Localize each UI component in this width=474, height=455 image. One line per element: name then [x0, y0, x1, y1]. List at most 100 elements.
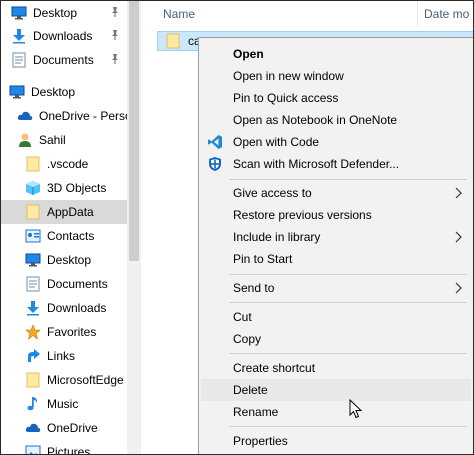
menu-item-scan-defender[interactable]: Scan with Microsoft Defender... — [201, 153, 471, 175]
menu-item-label: Give access to — [233, 186, 312, 200]
folder-icon — [25, 372, 41, 388]
nav-item-label: Documents — [33, 53, 94, 67]
menu-item-cut[interactable]: Cut — [201, 306, 471, 328]
nav-links[interactable]: Links — [1, 344, 127, 368]
menu-item-label: Send to — [233, 281, 275, 295]
menu-item-restore-versions[interactable]: Restore previous versions — [201, 204, 471, 226]
menu-separator — [229, 179, 467, 180]
nav-item-label: Downloads — [47, 301, 107, 315]
nav-item-label: OneDrive — [47, 421, 98, 435]
nav-folder-vscode[interactable]: .vscode — [1, 152, 127, 176]
nav-music[interactable]: Music — [1, 392, 127, 416]
pictures-icon — [25, 444, 41, 454]
nav-desktop-root[interactable]: Desktop — [1, 80, 127, 104]
nav-item-label: AppData — [47, 205, 94, 219]
menu-separator — [229, 426, 467, 427]
menu-item-label: Open in new window — [233, 69, 344, 83]
quick-access-downloads[interactable]: Downloads — [1, 24, 127, 48]
nav-documents[interactable]: Documents — [1, 272, 127, 296]
nav-3d-objects[interactable]: 3D Objects — [1, 176, 127, 200]
nav-favorites[interactable]: Favorites — [1, 320, 127, 344]
menu-item-create-shortcut[interactable]: Create shortcut — [201, 357, 471, 379]
mouse-cursor-icon — [349, 398, 363, 419]
menu-item-label: Include in library — [233, 230, 321, 244]
documents-icon — [25, 276, 41, 292]
nav-item-label: MicrosoftEdge — [47, 373, 124, 387]
menu-item-include-library[interactable]: Include in library — [201, 226, 471, 248]
menu-item-open-onenote[interactable]: Open as Notebook in OneNote — [201, 109, 471, 131]
menu-item-pin-start[interactable]: Pin to Start — [201, 248, 471, 270]
vscode-icon — [207, 134, 223, 150]
nav-item-label: Documents — [47, 277, 108, 291]
onedrive-icon — [17, 108, 33, 124]
contacts-icon — [25, 228, 41, 244]
nav-scrollbar-thumb[interactable] — [129, 1, 139, 261]
navigation-pane: Desktop Downloads Documents Desktop OneD… — [1, 1, 141, 454]
menu-item-label: Properties — [233, 434, 288, 448]
menu-separator — [229, 274, 467, 275]
menu-item-label: Open — [233, 47, 264, 61]
nav-folder-microsoftedge[interactable]: MicrosoftEdge — [1, 368, 127, 392]
menu-item-label: Rename — [233, 405, 279, 419]
nav-item-label: Downloads — [33, 29, 93, 43]
menu-item-rename[interactable]: Rename — [201, 401, 471, 423]
chevron-right-icon — [455, 187, 463, 199]
nav-item-label: Contacts — [47, 229, 95, 243]
music-icon — [25, 396, 41, 412]
column-header-name[interactable]: Name — [163, 1, 195, 26]
downloads-icon — [11, 28, 27, 44]
nav-desktop[interactable]: Desktop — [1, 248, 127, 272]
menu-item-give-access[interactable]: Give access to — [201, 182, 471, 204]
nav-pictures[interactable]: Pictures — [1, 440, 127, 454]
pin-icon[interactable] — [109, 53, 121, 65]
chevron-right-icon — [455, 282, 463, 294]
menu-item-send-to[interactable]: Send to — [201, 277, 471, 299]
pin-icon[interactable] — [109, 6, 121, 18]
folder-icon — [166, 33, 180, 49]
menu-separator — [229, 302, 467, 303]
nav-folder-appdata[interactable]: AppData — [1, 200, 127, 224]
nav-item-label: Links — [47, 349, 76, 363]
menu-item-delete[interactable]: Delete — [201, 379, 471, 401]
nav-item-label: .vscode — [47, 157, 89, 171]
folder-icon — [25, 156, 41, 172]
nav-item-label: Desktop — [31, 85, 76, 99]
pin-icon[interactable] — [109, 29, 121, 41]
user-icon — [17, 132, 33, 148]
nav-item-label: 3D Objects — [47, 181, 107, 195]
menu-item-label: Open as Notebook in OneNote — [233, 113, 398, 127]
menu-item-label: Create shortcut — [233, 361, 316, 375]
menu-item-pin-quick-access[interactable]: Pin to Quick access — [201, 87, 471, 109]
menu-item-copy[interactable]: Copy — [201, 328, 471, 350]
menu-separator — [229, 353, 467, 354]
menu-item-open-with-code[interactable]: Open with Code — [201, 131, 471, 153]
menu-item-label: Pin to Start — [233, 252, 293, 266]
menu-item-properties[interactable]: Properties — [201, 430, 471, 452]
nav-item-label: OneDrive - Perso — [39, 109, 127, 123]
folder-icon — [25, 204, 41, 220]
nav-item-label: Favorites — [47, 325, 97, 339]
quick-access-desktop[interactable]: Desktop — [1, 1, 127, 25]
nav-user-sahil[interactable]: Sahil — [1, 128, 127, 152]
quick-access-documents[interactable]: Documents — [1, 48, 127, 72]
menu-item-label: Delete — [233, 383, 268, 397]
column-header-date-modified[interactable]: Date mo — [424, 1, 469, 26]
nav-onedrive[interactable]: OneDrive — [1, 416, 127, 440]
nav-downloads[interactable]: Downloads — [1, 296, 127, 320]
context-menu: Open Open in new window Pin to Quick acc… — [198, 37, 473, 454]
nav-item-label: Music — [47, 397, 79, 411]
downloads-icon — [25, 300, 41, 316]
nav-scrollbar[interactable] — [127, 1, 141, 454]
menu-item-open[interactable]: Open — [201, 43, 471, 65]
nav-item-label: Desktop — [33, 6, 78, 20]
menu-item-label: Scan with Microsoft Defender... — [233, 157, 400, 171]
nav-onedrive-personal[interactable]: OneDrive - Perso — [1, 104, 127, 128]
file-explorer-window: Desktop Downloads Documents Desktop OneD… — [0, 0, 474, 455]
defender-shield-icon — [207, 156, 223, 172]
documents-icon — [11, 52, 27, 68]
column-divider[interactable] — [417, 1, 418, 26]
menu-item-label: Restore previous versions — [233, 208, 372, 222]
menu-item-open-new-window[interactable]: Open in new window — [201, 65, 471, 87]
nav-contacts[interactable]: Contacts — [1, 224, 127, 248]
3d-objects-icon — [25, 180, 41, 196]
